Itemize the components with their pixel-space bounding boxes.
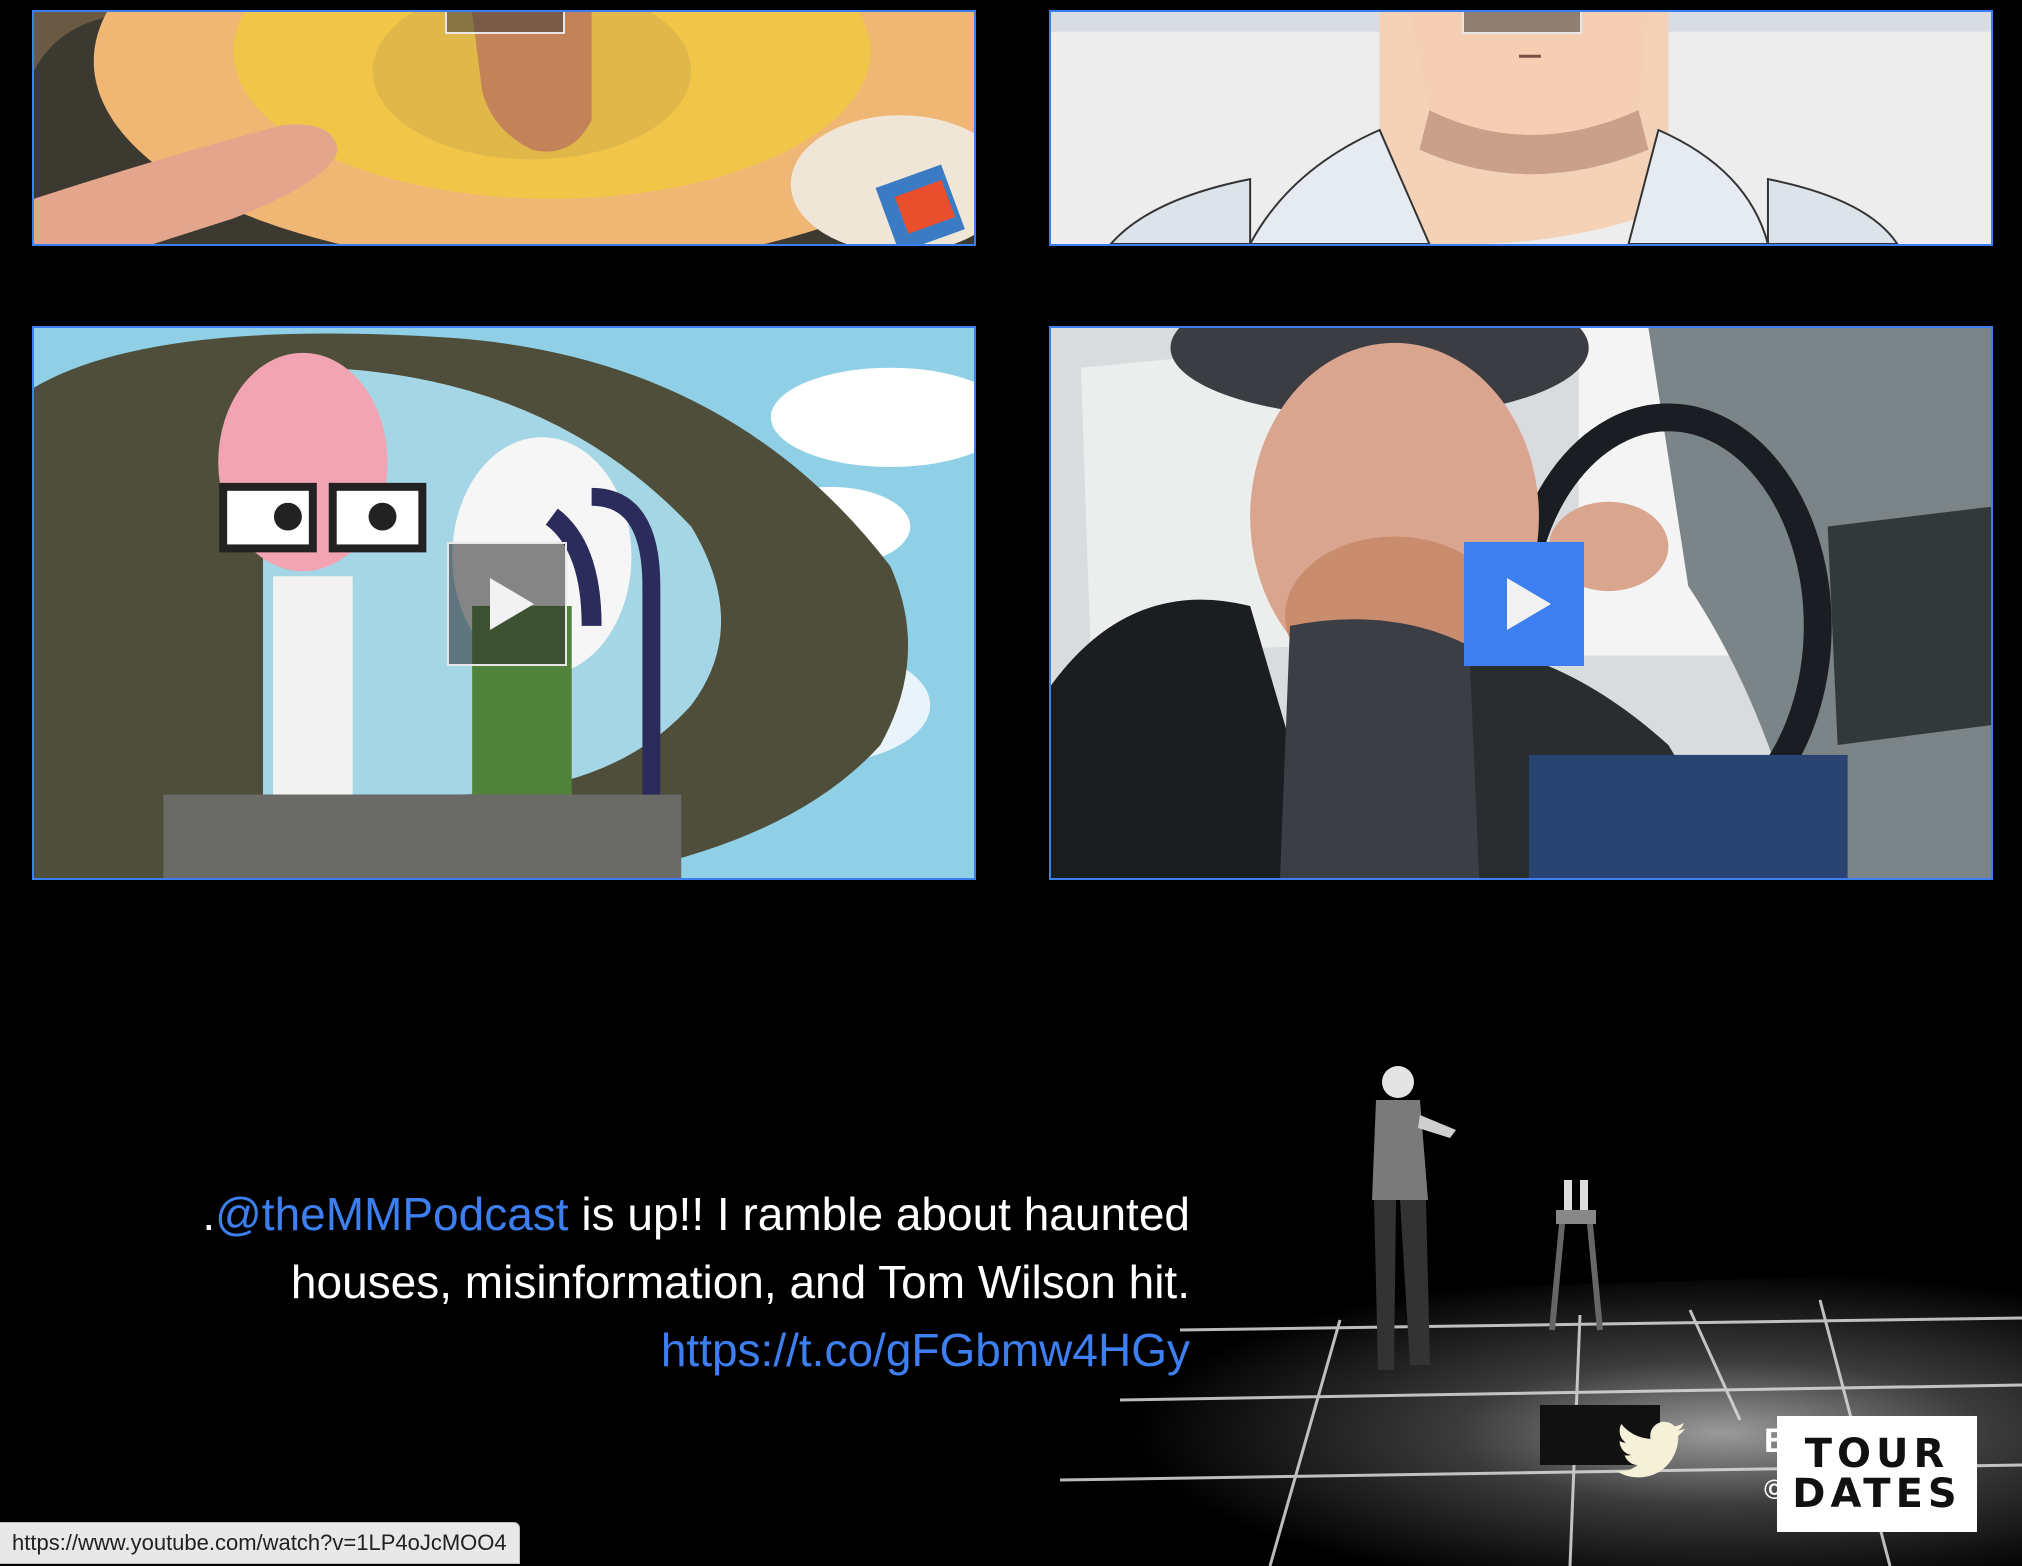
- video-thumbnail: [34, 12, 974, 244]
- tour-dates-line2: DATES: [1792, 1471, 1962, 1517]
- play-icon: [1507, 578, 1551, 630]
- tour-dates-button[interactable]: TOUR DATES: [1777, 1416, 1977, 1532]
- tour-dates-line1: TOUR: [1804, 1431, 1950, 1477]
- video-card-cooking[interactable]: [32, 10, 976, 246]
- play-button-partial[interactable]: [445, 12, 565, 34]
- play-button-partial[interactable]: [1462, 12, 1582, 34]
- play-icon: [490, 578, 534, 630]
- video-card-cartoon[interactable]: [32, 326, 976, 880]
- video-thumbnail: [1051, 12, 1991, 244]
- tweet-mention-link[interactable]: @theMMPodcast: [215, 1188, 569, 1240]
- latest-tweet: .@theMMPodcast is up!! I ramble about ha…: [90, 1180, 1190, 1384]
- twitter-bird-icon[interactable]: [1612, 1415, 1692, 1485]
- play-button[interactable]: [1464, 542, 1584, 666]
- tweet-prefix: .: [202, 1188, 216, 1240]
- footer-section: .@theMMPodcast is up!! I ramble about ha…: [0, 1000, 2022, 1566]
- video-card-truck[interactable]: [1049, 326, 1993, 880]
- tweet-url-link[interactable]: https://t.co/gFGbmw4HGy: [661, 1324, 1190, 1376]
- play-button[interactable]: [447, 542, 567, 666]
- browser-status-bar-url: https://www.youtube.com/watch?v=1LP4oJcM…: [0, 1522, 520, 1564]
- video-card-anime[interactable]: [1049, 10, 1993, 246]
